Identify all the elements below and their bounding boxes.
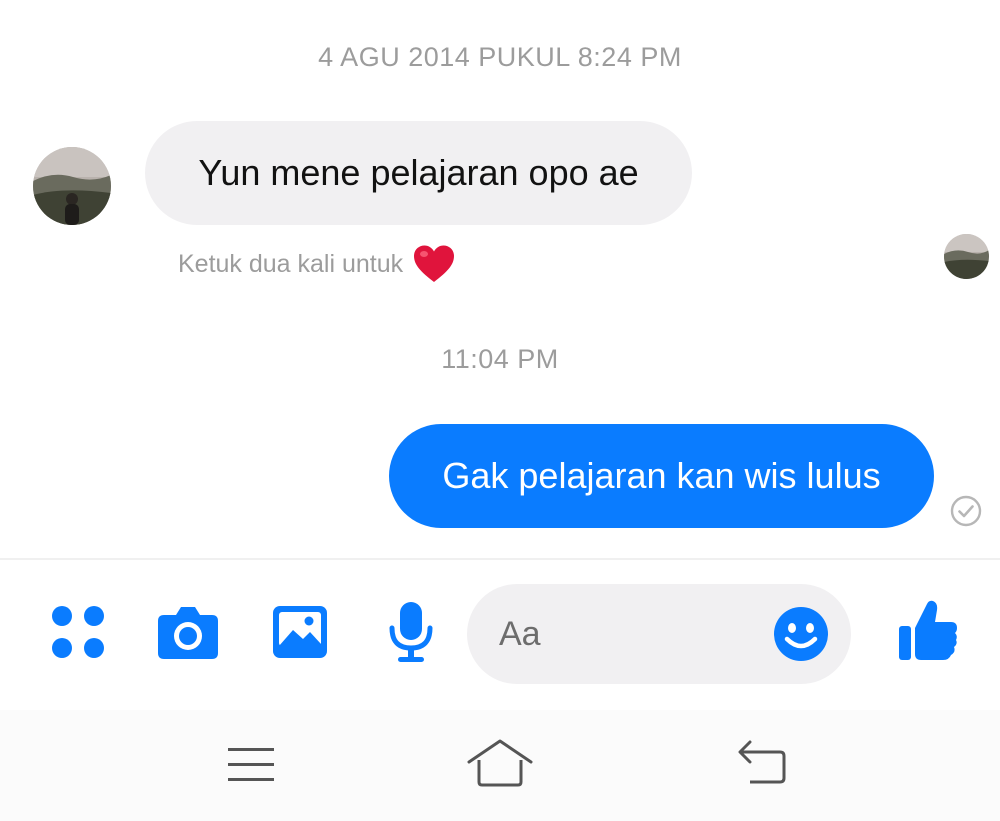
- reaction-hint: Ketuk dua kali untuk: [178, 244, 455, 284]
- message-text: Gak pelajaran kan wis lulus: [442, 455, 881, 496]
- message-text: Yun mene pelajaran opo ae: [198, 152, 639, 193]
- photo-icon[interactable]: [271, 604, 329, 660]
- message-input-field[interactable]: [467, 584, 851, 684]
- heart-icon: [414, 245, 455, 282]
- outgoing-message-bubble[interactable]: Gak pelajaran kan wis lulus: [389, 424, 934, 528]
- smiley-icon[interactable]: [772, 605, 830, 663]
- menu-icon[interactable]: [226, 745, 276, 785]
- contact-avatar[interactable]: [33, 147, 111, 225]
- home-icon[interactable]: [466, 738, 534, 788]
- thumbs-up-icon[interactable]: [897, 598, 959, 662]
- microphone-icon[interactable]: [386, 600, 436, 664]
- timestamp: 4 AGU 2014 PUKUL 8:24 PM: [318, 42, 682, 72]
- camera-icon[interactable]: [156, 603, 220, 661]
- conversation-area: 4 AGU 2014 PUKUL 8:24 PM Yun mene pelaja…: [0, 0, 1000, 560]
- reaction-hint-text: Ketuk dua kali untuk: [178, 249, 404, 278]
- back-icon[interactable]: [736, 740, 788, 786]
- timestamp: 11:04 PM: [441, 344, 559, 374]
- message-input[interactable]: [499, 609, 759, 659]
- more-apps-icon[interactable]: [50, 604, 106, 660]
- seen-avatar: [944, 234, 989, 279]
- incoming-message-bubble[interactable]: Yun mene pelajaran opo ae: [145, 121, 692, 225]
- check-circle-icon: [950, 495, 982, 527]
